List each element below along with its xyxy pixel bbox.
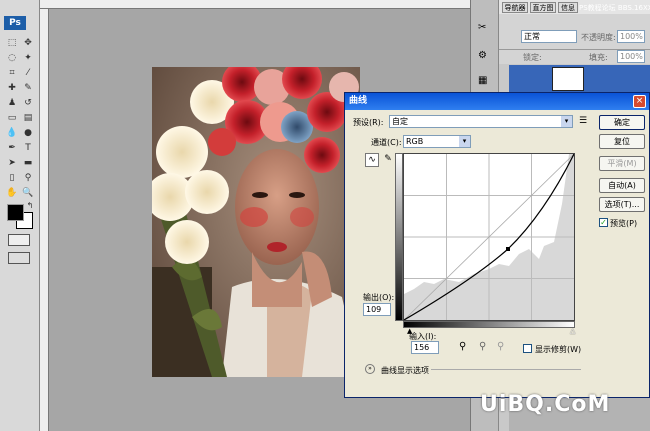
fill-label: 填充:: [589, 53, 608, 62]
tab-navigator[interactable]: 导航器: [502, 2, 528, 13]
dialog-title: 曲线: [345, 93, 649, 110]
opacity-label: 不透明度:: [581, 33, 616, 42]
swap-colors-icon[interactable]: ↰: [24, 200, 36, 212]
hand-tool-icon[interactable]: ✋: [6, 187, 18, 199]
options-button[interactable]: 选项(T)...: [599, 197, 645, 212]
magic-wand-tool-icon[interactable]: ✦: [22, 52, 34, 64]
white-point-slider-icon[interactable]: △: [570, 327, 575, 335]
curves-dialog: 曲线 × 预设(R): 自定 ▾ ☰ 通道(C): RGB ▾ ∿ ✎ ▲ △ …: [344, 92, 650, 398]
input-gradient-bar: [403, 321, 575, 328]
curves-graph[interactable]: [403, 153, 575, 321]
dodge-tool-icon[interactable]: ●: [22, 127, 34, 139]
healing-brush-tool-icon[interactable]: ✚: [6, 82, 18, 94]
foreground-color-front: [7, 204, 24, 221]
black-eyedropper-icon[interactable]: ⚲: [459, 341, 466, 352]
crop-tool-icon[interactable]: ⌗: [6, 67, 18, 79]
preview-label: 预览(P): [610, 219, 638, 228]
curve-point-tool-icon[interactable]: ∿: [365, 153, 379, 167]
brushes-dock-icon[interactable]: ▦: [478, 75, 487, 86]
reset-button[interactable]: 复位: [599, 134, 645, 149]
watermark-top: PS教程论坛 BBS.16XX8.COM: [579, 4, 650, 12]
zoom-tool-icon[interactable]: 🔍: [22, 187, 34, 199]
history-brush-tool-icon[interactable]: ↺: [22, 97, 34, 109]
path-select-tool-icon[interactable]: ➤: [6, 157, 18, 169]
notes-tool-icon[interactable]: ▯: [6, 172, 18, 184]
panel-tabs-bar: 导航器 直方图 信息 PS教程论坛 BBS.16XX8.COM: [499, 0, 650, 14]
watermark: UiBQ.CoM: [480, 392, 611, 417]
output-gradient-bar: [395, 153, 403, 321]
screen-mode-icon[interactable]: [8, 252, 30, 264]
gray-eyedropper-icon[interactable]: ⚲: [479, 341, 486, 352]
channel-label: 通道(C):: [371, 138, 402, 147]
ok-button[interactable]: 确定: [599, 115, 645, 130]
portrait-photo: [152, 67, 360, 377]
eyedropper-tool-icon[interactable]: ⚲: [22, 172, 34, 184]
lasso-tool-icon[interactable]: ◌: [6, 52, 18, 64]
pen-tool-icon[interactable]: ✒: [6, 142, 18, 154]
channel-chevron-icon[interactable]: ▾: [459, 136, 470, 147]
output-field[interactable]: 109: [363, 303, 391, 316]
divider: [431, 369, 581, 370]
lock-label: 锁定:: [523, 53, 542, 62]
chevron-down-icon[interactable]: ▾: [561, 116, 572, 127]
expand-options-icon[interactable]: »: [365, 364, 375, 374]
shape-tool-icon[interactable]: ▬: [22, 157, 34, 169]
show-clipping-checkbox[interactable]: [523, 344, 532, 353]
preview-checkbox[interactable]: ✓: [599, 218, 608, 227]
swatches-dock-icon[interactable]: ⚙: [478, 50, 487, 61]
preset-label: 预设(R):: [353, 118, 384, 127]
ps-logo: Ps: [4, 16, 26, 30]
preset-select[interactable]: 自定: [389, 115, 573, 128]
fill-field[interactable]: 100%: [617, 50, 645, 63]
smooth-button[interactable]: 平滑(M): [599, 156, 645, 171]
marquee-tool-icon[interactable]: ⬚: [6, 37, 18, 49]
layer-row-selected[interactable]: [509, 65, 650, 93]
eraser-tool-icon[interactable]: ▭: [6, 112, 18, 124]
pencil-draw-icon[interactable]: ✎: [381, 153, 395, 167]
gradient-tool-icon[interactable]: ▤: [22, 112, 34, 124]
curve-options-label: 曲线显示选项: [381, 366, 429, 375]
white-eyedropper-icon[interactable]: ⚲: [497, 341, 504, 352]
stamp-tool-icon[interactable]: ♟: [6, 97, 18, 109]
blur-tool-icon[interactable]: 💧: [6, 127, 18, 139]
tab-info[interactable]: 信息: [558, 2, 578, 13]
opacity-field[interactable]: 100%: [617, 30, 645, 43]
brush-tool-icon[interactable]: ✎: [22, 82, 34, 94]
output-label: 输出(O):: [363, 293, 395, 302]
layers-options-bar: 正常 不透明度: 100%: [499, 14, 650, 50]
input-field[interactable]: 156: [411, 341, 439, 354]
close-icon[interactable]: ×: [633, 95, 646, 108]
auto-button[interactable]: 自动(A): [599, 178, 645, 193]
quick-mask-icon[interactable]: [8, 234, 30, 246]
toolbox: Ps ⬚ ✥ ◌ ✦ ⌗ ⁄ ✚ ✎ ♟ ↺ ▭ ▤ 💧 ● ✒ T ➤ ▬ ▯…: [0, 0, 40, 431]
slice-tool-icon[interactable]: ⁄: [22, 67, 34, 79]
blend-mode-select[interactable]: 正常: [521, 30, 577, 43]
ruler-vertical: [40, 9, 49, 431]
preset-options-icon[interactable]: ☰: [579, 116, 587, 126]
lock-fill-bar: 锁定: 填充: 100%: [499, 50, 650, 64]
type-tool-icon[interactable]: T: [22, 142, 34, 154]
ruler-horizontal: [40, 0, 470, 9]
show-clipping-label: 显示修剪(W): [535, 345, 582, 354]
tools-dock-icon[interactable]: ✂: [478, 22, 486, 33]
move-tool-icon[interactable]: ✥: [22, 37, 34, 49]
tab-histogram[interactable]: 直方图: [530, 2, 556, 13]
layer-thumbnail: [552, 67, 584, 91]
